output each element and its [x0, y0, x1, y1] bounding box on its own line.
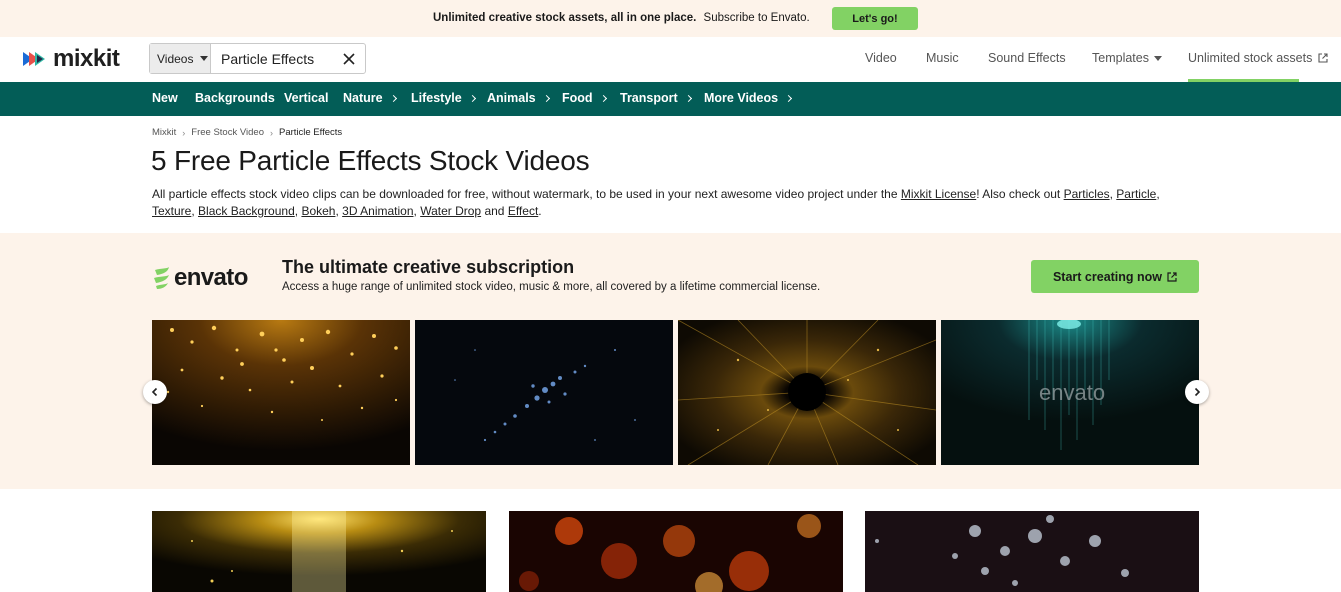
promo-text: Subscribe to Envato.: [703, 12, 810, 24]
category-label: New: [152, 91, 178, 105]
category-animals[interactable]: Animals: [487, 91, 550, 105]
category-backgrounds[interactable]: Backgrounds: [195, 91, 275, 105]
nav-music[interactable]: Music: [926, 51, 959, 65]
category-label: More Videos: [704, 91, 779, 105]
video-result-thumbnail[interactable]: [152, 511, 486, 592]
site-header: mixkit Videos Video Music Sound Effects …: [0, 37, 1341, 82]
chevron-left-icon: [151, 387, 158, 397]
related-link-particles[interactable]: Particles: [1064, 187, 1110, 201]
chevron-down-icon: [1153, 55, 1162, 61]
related-link-effect[interactable]: Effect: [508, 204, 538, 218]
promo-bold-text: Unlimited creative stock assets, all in …: [433, 12, 697, 24]
blue-dust-thumbnail: [415, 320, 673, 465]
start-creating-button[interactable]: Start creating now: [1031, 260, 1199, 293]
page-title: 5 Free Particle Effects Stock Videos: [151, 145, 590, 176]
carousel-prev-button[interactable]: [143, 380, 167, 404]
nav-templates[interactable]: Templates: [1092, 51, 1162, 65]
category-nav: New Backgrounds Vertical Nature Lifestyl…: [0, 82, 1341, 116]
category-transport[interactable]: Transport: [620, 91, 692, 105]
chevron-right-icon: [542, 94, 550, 103]
category-lifestyle[interactable]: Lifestyle: [411, 91, 476, 105]
page-description: All particle effects stock video clips c…: [152, 187, 1160, 218]
category-label: Lifestyle: [411, 91, 462, 105]
carousel-next-button[interactable]: [1185, 380, 1209, 404]
chevron-right-icon: [389, 94, 397, 103]
teal-rain-thumbnail: envato: [941, 320, 1199, 465]
related-link-texture[interactable]: Texture: [152, 204, 191, 218]
envato-banner: envato The ultimate creative subscriptio…: [0, 233, 1341, 489]
chevron-right-icon: [599, 94, 607, 103]
category-more-videos[interactable]: More Videos: [704, 91, 793, 105]
carousel-video-thumbnail[interactable]: [678, 320, 936, 465]
carousel-video-thumbnail[interactable]: [415, 320, 673, 465]
related-link-3d-animation[interactable]: 3D Animation: [342, 204, 413, 218]
related-link-water-drop[interactable]: Water Drop: [420, 204, 481, 218]
video-result-thumbnail[interactable]: [509, 511, 843, 592]
breadcrumb: Mixkit › Free Stock Video › Particle Eff…: [152, 127, 342, 138]
video-result-thumbnail[interactable]: [865, 511, 1199, 592]
silver-bokeh-thumbnail: [865, 511, 1199, 592]
chevron-right-icon: ›: [269, 127, 273, 138]
category-label: Vertical: [284, 91, 329, 105]
related-link-bokeh[interactable]: Bokeh: [301, 204, 335, 218]
carousel-video-thumbnail[interactable]: [152, 320, 410, 465]
category-new[interactable]: New: [152, 91, 178, 105]
top-nav: Video Music Sound Effects Templates Unli…: [0, 37, 1341, 82]
category-label: Backgrounds: [195, 91, 275, 105]
category-label: Nature: [343, 91, 383, 105]
mixkit-license-link[interactable]: Mixkit License: [901, 187, 976, 201]
breadcrumb-free-stock-video[interactable]: Free Stock Video: [191, 127, 264, 138]
breadcrumb-mixkit[interactable]: Mixkit: [152, 127, 176, 138]
nav-templates-label: Templates: [1092, 51, 1149, 65]
category-food[interactable]: Food: [562, 91, 607, 105]
promo-message: Unlimited creative stock assets, all in …: [433, 12, 810, 24]
promo-bar: Unlimited creative stock assets, all in …: [0, 0, 1341, 37]
and-word: and: [484, 204, 505, 218]
golden-light-beam-thumbnail: [152, 511, 486, 592]
nav-unlimited-label: Unlimited stock assets: [1188, 51, 1313, 65]
category-label: Transport: [620, 91, 678, 105]
golden-burst-thumbnail: [678, 320, 936, 465]
fire-particles-thumbnail: [509, 511, 843, 592]
chevron-right-icon: [785, 94, 793, 103]
envato-leaf-icon: [154, 267, 169, 289]
related-link-particle[interactable]: Particle: [1116, 187, 1156, 201]
start-creating-label: Start creating now: [1052, 269, 1163, 284]
envato-watermark: envato: [1039, 380, 1105, 405]
external-link-icon: [1167, 271, 1177, 282]
chevron-right-icon: [468, 94, 476, 103]
banner-title: The ultimate creative subscription: [282, 257, 575, 277]
desc-mid: ! Also check out: [976, 187, 1061, 201]
external-link-icon: [1318, 53, 1328, 63]
related-link-black-background[interactable]: Black Background: [198, 204, 295, 218]
promo-button[interactable]: Let's go!: [832, 7, 918, 30]
chevron-right-icon: ›: [182, 127, 186, 138]
desc-prefix: All particle effects stock video clips c…: [152, 187, 898, 201]
carousel-video-thumbnail[interactable]: envato: [941, 320, 1199, 465]
category-label: Food: [562, 91, 593, 105]
category-nature[interactable]: Nature: [343, 91, 397, 105]
banner-subtitle: Access a huge range of unlimited stock v…: [282, 281, 821, 293]
category-label: Animals: [487, 91, 536, 105]
nav-video[interactable]: Video: [865, 51, 897, 65]
golden-particles-thumbnail: [152, 320, 410, 465]
breadcrumb-current: Particle Effects: [278, 127, 343, 138]
nav-sound-effects[interactable]: Sound Effects: [988, 51, 1066, 65]
chevron-right-icon: [684, 94, 692, 103]
nav-unlimited-stock-assets[interactable]: Unlimited stock assets: [1188, 51, 1328, 65]
envato-logo[interactable]: envato: [152, 264, 248, 292]
chevron-right-icon: [1194, 387, 1201, 397]
category-vertical[interactable]: Vertical: [284, 91, 328, 105]
envato-logo-text: envato: [174, 264, 248, 291]
